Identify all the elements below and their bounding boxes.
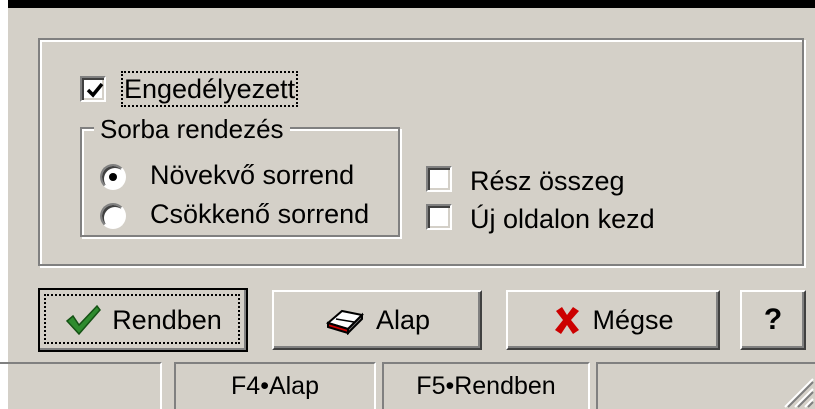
reset-button-label: Alap — [375, 304, 431, 335]
enabled-checkbox[interactable] — [80, 76, 106, 102]
check-mark-icon — [86, 82, 104, 98]
status-bar: F4•Alap F5•Rendben — [0, 360, 815, 409]
new-page-checkbox[interactable] — [426, 204, 452, 230]
sort-order-group-title: Sorba rendezés — [94, 114, 290, 144]
window-top-border — [0, 0, 815, 8]
window-left-border — [0, 0, 8, 409]
descending-radio[interactable] — [100, 203, 126, 229]
ascending-label[interactable]: Növekvő sorrend — [150, 160, 354, 190]
enabled-label[interactable]: Engedélyezett — [120, 71, 299, 107]
radio-selected-dot — [109, 173, 117, 181]
new-page-label[interactable]: Új oldalon kezd — [470, 204, 655, 234]
cross-icon — [555, 307, 580, 334]
status-pane-f5: F5•Rendben — [382, 362, 590, 409]
help-button-label: ? — [763, 303, 783, 336]
help-button[interactable]: ? — [740, 290, 806, 350]
subtotal-checkbox[interactable] — [426, 166, 452, 192]
ascending-radio[interactable] — [100, 164, 126, 190]
descending-label[interactable]: Csökkenő sorrend — [150, 199, 369, 229]
cancel-button[interactable]: Mégse — [506, 290, 720, 350]
cancel-button-label: Mégse — [592, 304, 674, 335]
subtotal-label[interactable]: Rész összeg — [470, 166, 625, 196]
ok-button[interactable]: Rendben — [38, 288, 248, 352]
status-pane-empty — [0, 362, 162, 409]
reset-button[interactable]: Alap — [272, 290, 482, 350]
ok-button-label: Rendben — [112, 304, 222, 335]
checkmark-icon — [66, 304, 102, 336]
status-pane-f4: F4•Alap — [174, 362, 376, 409]
resize-grip-icon[interactable] — [775, 369, 815, 409]
eraser-icon — [325, 309, 364, 335]
